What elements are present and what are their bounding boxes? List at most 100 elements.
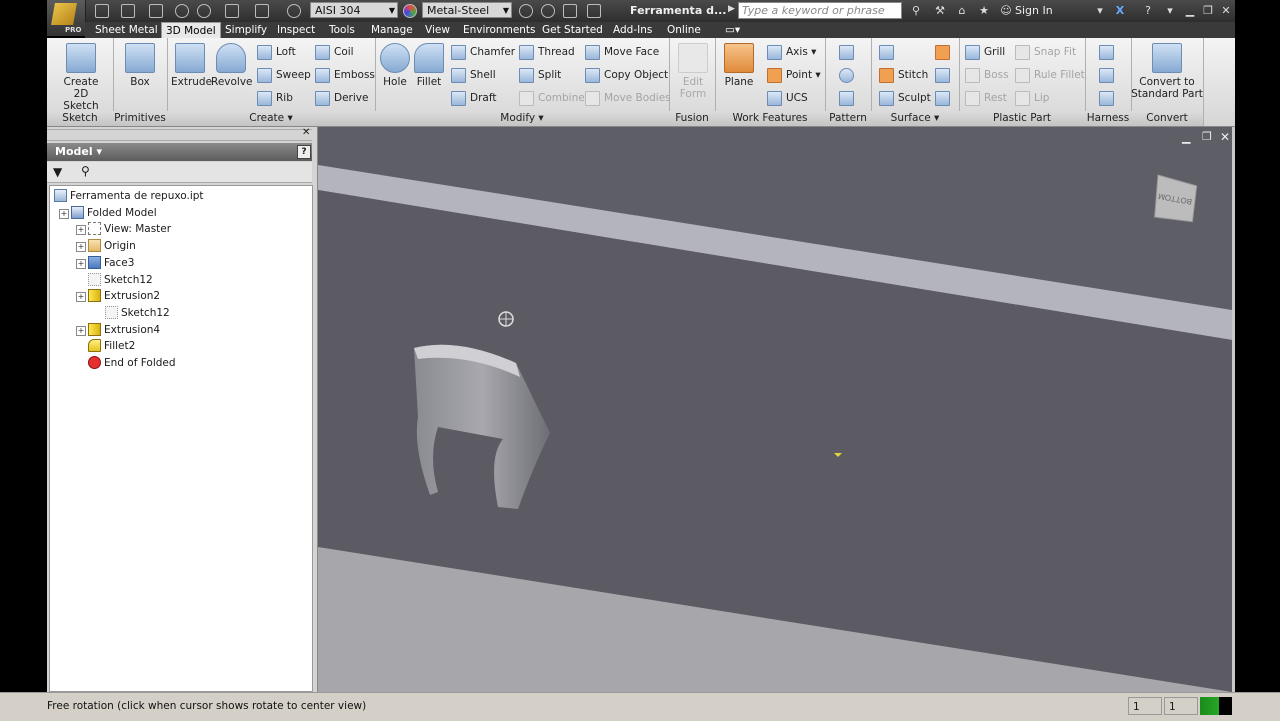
move-face-button[interactable]: Move Face [585, 43, 659, 61]
thicken-button[interactable] [879, 43, 898, 61]
viewport-restore-icon[interactable]: ❐ [1202, 130, 1212, 143]
combine-button[interactable]: Combine [519, 89, 585, 107]
shell-button[interactable]: Shell [451, 66, 496, 84]
tree-expander[interactable]: + [76, 242, 86, 253]
tab-environments[interactable]: Environments [459, 22, 540, 38]
tree-node[interactable]: Sketch12 [105, 305, 170, 321]
sign-in-link[interactable]: Sign In [1015, 4, 1053, 17]
thread-button[interactable]: Thread [519, 43, 575, 61]
mirror-button[interactable] [839, 89, 858, 107]
move-bodies-button[interactable]: Move Bodies [585, 89, 671, 107]
sculpt-button[interactable]: Sculpt [879, 89, 931, 107]
tree-expander[interactable]: + [76, 325, 86, 336]
graphics-viewport[interactable]: BOTTOM ▁ ❐ ✕ [318, 127, 1232, 692]
tab-sheet-metal[interactable]: Sheet Metal [91, 22, 162, 38]
delete-face-button[interactable] [935, 89, 954, 107]
binoculars-icon[interactable]: ⚲ [906, 3, 926, 19]
convert-to-standard-part-button[interactable]: Convert to Standard Part [1131, 43, 1203, 100]
viewcube[interactable]: BOTTOM [1151, 174, 1200, 224]
tree-expander[interactable]: + [76, 292, 86, 303]
stitch-button[interactable]: Stitch [879, 66, 928, 84]
tree-node[interactable]: Ferramenta de repuxo.ipt [54, 188, 204, 204]
search-expand-icon[interactable]: ▶ [728, 4, 735, 14]
tree-node[interactable]: End of Folded [88, 355, 176, 371]
plane-button[interactable]: Plane [721, 43, 757, 88]
tab-online[interactable]: Online [663, 22, 705, 38]
tree-expander[interactable]: + [76, 225, 86, 236]
tab-tools[interactable]: Tools [325, 22, 359, 38]
rib-button[interactable]: Rib [257, 89, 293, 107]
open-icon[interactable] [121, 4, 135, 18]
lip-button[interactable]: Lip [1015, 89, 1049, 107]
axis-button[interactable]: Axis ▾ [767, 43, 816, 61]
chamfer-button[interactable]: Chamfer [451, 43, 515, 61]
box-button[interactable]: Box [119, 43, 161, 88]
patch-button[interactable] [935, 43, 954, 61]
panel-label-create[interactable]: Create ▾ [167, 111, 375, 126]
tree-node[interactable]: Origin [88, 238, 136, 254]
browser-close-icon[interactable]: ✕ [302, 127, 310, 138]
revolve-button[interactable]: Revolve [211, 43, 253, 88]
sweep-button[interactable]: Sweep [257, 66, 311, 84]
tree-expander[interactable]: + [76, 258, 86, 269]
restore-icon[interactable]: ❐ [1198, 3, 1218, 19]
circular-pattern-button[interactable] [839, 66, 858, 84]
fillet-button[interactable]: Fillet [413, 43, 445, 88]
tab-inspect[interactable]: Inspect [273, 22, 319, 38]
tree-node[interactable]: Extrusion4 [88, 322, 160, 338]
rectangular-pattern-button[interactable] [839, 43, 858, 61]
update-icon[interactable] [255, 4, 269, 18]
close-icon[interactable]: ✕ [1216, 3, 1236, 19]
undo-icon[interactable] [175, 4, 189, 18]
tree-node[interactable]: Sketch12 [88, 272, 153, 288]
edit-form-button[interactable]: Edit Form [675, 43, 711, 100]
communication-center-icon[interactable]: ⌂ [952, 3, 972, 19]
derive-button[interactable]: Derive [315, 89, 368, 107]
tree-expander[interactable]: + [59, 208, 69, 219]
coil-button[interactable]: Coil [315, 43, 354, 61]
exchange-icon[interactable]: X [1110, 3, 1130, 19]
help-icon[interactable]: ? [1138, 3, 1158, 19]
grill-button[interactable]: Grill [965, 43, 1005, 61]
point-button[interactable]: Point ▾ [767, 66, 821, 84]
browser-grip[interactable] [47, 129, 312, 141]
rule-fillet-button[interactable]: Rule Fillet [1015, 66, 1085, 84]
parameters-icon[interactable] [563, 4, 577, 18]
viewport-close-icon[interactable]: ✕ [1220, 130, 1230, 144]
appearance-dropdown[interactable]: Metal-Steel ▼ [422, 2, 512, 18]
extrude-button[interactable]: Extrude [171, 43, 212, 88]
clear-icon[interactable] [541, 4, 555, 18]
trim-button[interactable] [935, 66, 954, 84]
split-button[interactable]: Split [519, 66, 561, 84]
panel-label-surface[interactable]: Surface ▾ [871, 111, 959, 126]
application-menu-button[interactable]: PRO [47, 0, 86, 36]
tree-node[interactable]: Extrusion2 [88, 288, 160, 304]
loft-button[interactable]: Loft [257, 43, 296, 61]
tab-view[interactable]: View [421, 22, 454, 38]
material-dropdown[interactable]: AISI 304 ▼ [310, 2, 398, 18]
hole-button[interactable]: Hole [379, 43, 411, 88]
return-icon[interactable] [225, 4, 239, 18]
filter-icon[interactable]: ▼ [53, 165, 62, 179]
subscription-icon[interactable]: ⚒ [930, 3, 950, 19]
sign-in-dropdown-icon[interactable]: ▾ [1090, 3, 1110, 19]
minimize-icon[interactable]: ▁ [1180, 3, 1200, 19]
snap-fit-button[interactable]: Snap Fit [1015, 43, 1076, 61]
harness-button-3[interactable] [1099, 89, 1118, 107]
ribbon-options-icon[interactable]: ▭▾ [721, 22, 744, 38]
harness-button-1[interactable] [1099, 43, 1118, 61]
redo-icon[interactable] [197, 4, 211, 18]
browser-help-button[interactable]: ? [297, 145, 311, 159]
draft-button[interactable]: Draft [451, 89, 496, 107]
emboss-button[interactable]: Emboss [315, 66, 375, 84]
help-dropdown-icon[interactable]: ▾ [1160, 3, 1180, 19]
tab-3d-model[interactable]: 3D Model [161, 22, 221, 39]
viewport-minimize-icon[interactable]: ▁ [1182, 131, 1190, 144]
ucs-button[interactable]: UCS [767, 89, 808, 107]
new-icon[interactable] [95, 4, 109, 18]
create-2d-sketch-button[interactable]: Create 2D Sketch [55, 43, 107, 112]
help-search-input[interactable]: Type a keyword or phrase [738, 2, 902, 19]
browser-header[interactable]: Model ▾ [47, 143, 312, 161]
save-icon[interactable] [149, 4, 163, 18]
tab-get-started[interactable]: Get Started [538, 22, 607, 38]
